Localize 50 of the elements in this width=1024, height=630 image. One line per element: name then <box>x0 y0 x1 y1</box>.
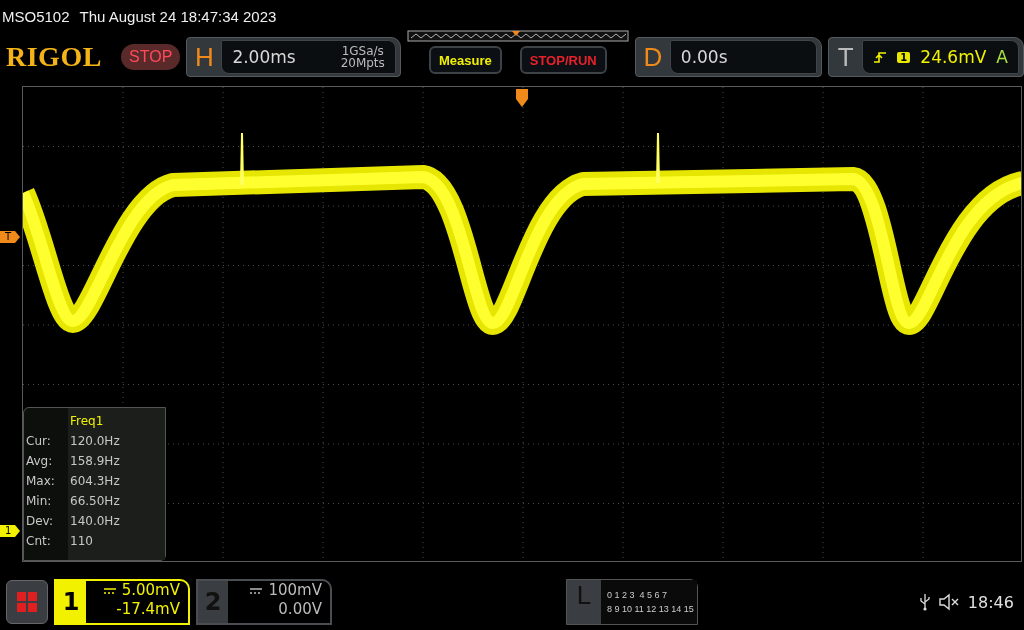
measurement-title: Freq1 <box>70 414 105 428</box>
speaker-muted-icon[interactable] <box>937 593 960 611</box>
clock-time: 18:46 <box>967 592 1014 612</box>
horizontal-panel[interactable]: H 2.00ms 1GSa/s 20Mpts <box>186 37 401 77</box>
measure-button[interactable]: Measure <box>429 46 502 74</box>
trigger-level: 24.6mV <box>920 47 987 67</box>
delay-panel[interactable]: D 0.00s <box>634 37 822 77</box>
trigger-position-icon <box>516 89 528 107</box>
brand-logo: RIGOL <box>6 41 103 73</box>
measurement-label: Dev: <box>26 514 55 528</box>
stop-run-button[interactable]: STOP/RUN <box>519 46 607 74</box>
vertical-offset: 0.00V <box>278 600 322 619</box>
sample-rate: 1GSa/s <box>341 45 384 57</box>
measurement-value: 110 <box>70 534 94 548</box>
measurement-value: 158.9Hz <box>70 454 121 468</box>
measurement-label: Cnt: <box>26 534 52 548</box>
usb-icon <box>919 593 930 611</box>
measurement-value: 604.3Hz <box>70 474 121 488</box>
trigger-letter: T <box>836 41 855 73</box>
delay-letter: D <box>642 41 664 73</box>
dc-coupling-icon <box>250 587 263 594</box>
channel-offset-marker[interactable]: 1 <box>0 525 20 537</box>
trigger-panel[interactable]: T 1 24.6mV A <box>828 37 1024 77</box>
measurement-label: Avg: <box>26 454 54 468</box>
date-time: Thu August 24 18:47:34 2023 <box>79 7 277 25</box>
channel-number: 1 <box>56 581 86 623</box>
trigger-level-marker[interactable]: T <box>0 231 20 243</box>
horizontal-letter: H <box>194 41 215 73</box>
measurement-label: Min: <box>26 494 53 508</box>
rising-edge-icon <box>873 50 888 64</box>
source-badge: 1 <box>897 51 911 63</box>
vertical-scale: 100mV <box>268 581 322 600</box>
measurement-label: Cur: <box>26 434 52 448</box>
run-state-indicator[interactable]: STOP <box>121 44 181 70</box>
model-name: MSO5102 <box>2 7 70 25</box>
timebase-value: 2.00ms <box>232 47 296 67</box>
measurement-value: 140.0Hz <box>70 514 121 528</box>
vertical-offset: -17.4mV <box>116 600 180 619</box>
vertical-scale: 5.00mV <box>121 581 180 600</box>
logic-channel-numbers: 8 9 10 11 12 13 14 15 <box>606 604 695 614</box>
delay-value: 0.00s <box>680 47 728 67</box>
channel-panel[interactable]: 1 5.00mV -17.4mV <box>54 579 190 625</box>
measurement-value: 66.50Hz <box>70 494 121 508</box>
trigger-mode: A <box>996 47 1008 67</box>
memory-depth: 20Mpts <box>340 57 385 69</box>
measurement-value: 120.0Hz <box>70 434 121 448</box>
dc-coupling-icon <box>103 587 116 594</box>
measurement-label: Max: <box>26 474 56 488</box>
logic-channel-numbers: 0 1 2 3 4 5 6 7 <box>606 590 668 600</box>
grid-menu-icon <box>16 591 38 613</box>
